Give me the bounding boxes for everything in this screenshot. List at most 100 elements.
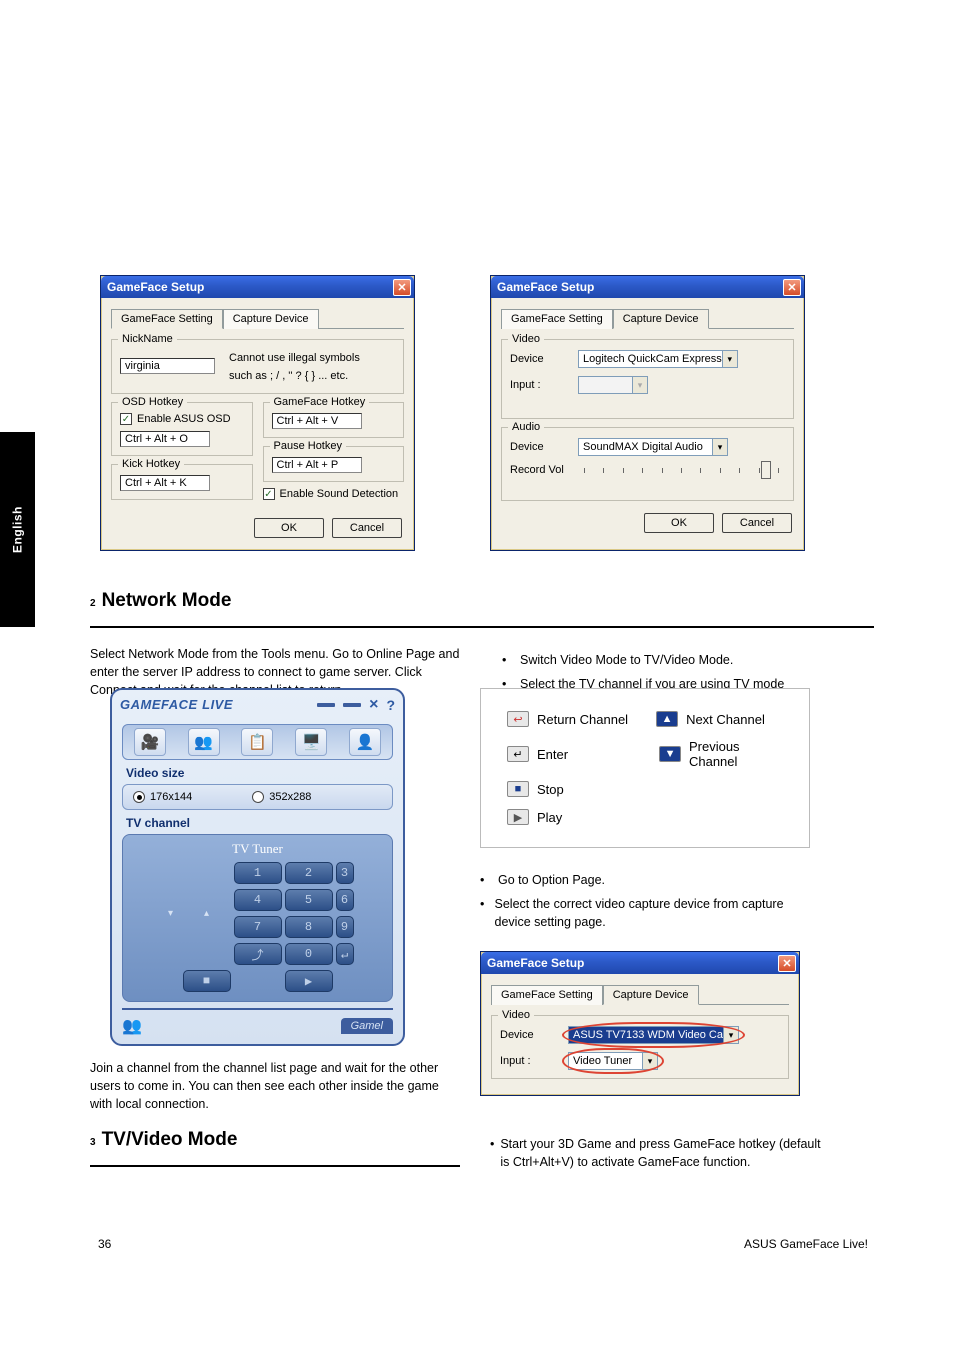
dropdown-icon: ▾ — [632, 377, 647, 393]
key-2[interactable]: 2 — [285, 862, 333, 884]
toolbar-users-icon[interactable]: 👥 — [188, 728, 220, 756]
enable-osd-label: Enable ASUS OSD — [137, 413, 231, 425]
nickname-input[interactable]: virginia — [120, 358, 215, 374]
pause-hotkey-legend: Pause Hotkey — [270, 440, 346, 452]
dialog-title: GameFace Setup — [487, 956, 584, 970]
toolbar-screen-icon[interactable]: 🖥️ — [295, 728, 327, 756]
close-icon[interactable]: ✕ — [778, 955, 796, 972]
record-volume-slider[interactable] — [584, 469, 779, 471]
gameface-setup-dialog-tv: GameFace Setup ✕ GameFace Setting Captur… — [480, 951, 800, 1096]
close-icon[interactable]: ✕ — [393, 279, 411, 296]
toolbar-list-icon[interactable]: 📋 — [241, 728, 273, 756]
gameface-setup-dialog-capture: GameFace Setup ✕ GameFace Setting Captur… — [490, 275, 805, 551]
device-label: Device — [510, 353, 570, 365]
key-3[interactable]: 3 — [336, 862, 354, 884]
video-input-select: ▾ — [578, 376, 648, 394]
tab-gameface-setting[interactable]: GameFace Setting — [491, 985, 603, 1005]
close-icon[interactable]: ✕ — [783, 279, 801, 296]
nickname-legend: NickName — [118, 333, 177, 345]
next-channel-icon: ▲ — [656, 711, 678, 727]
enable-sound-checkbox[interactable]: ✓ — [263, 488, 275, 500]
video-device-select[interactable]: ASUS TV7133 WDM Video Ca ▾ — [568, 1026, 739, 1044]
toolbar-video-icon[interactable]: 🎥 — [134, 728, 166, 756]
key-0[interactable]: 0 — [285, 943, 333, 965]
video-input-select[interactable]: Video Tuner ▾ — [568, 1052, 658, 1070]
cancel-button[interactable]: Cancel — [722, 513, 792, 533]
audio-device-value: SoundMAX Digital Audio — [583, 441, 703, 453]
video-size-176-radio[interactable]: 176x144 — [133, 791, 192, 803]
cancel-button[interactable]: Cancel — [332, 518, 402, 538]
key-9[interactable]: 9 — [336, 916, 354, 938]
key-play[interactable]: ▶ — [285, 970, 333, 992]
key-4[interactable]: 4 — [234, 889, 282, 911]
tab-gameface-setting[interactable]: GameFace Setting — [501, 309, 613, 329]
stop-icon: ■ — [507, 781, 529, 797]
gameface-setup-dialog-settings: GameFace Setup ✕ GameFace Setting Captur… — [100, 275, 415, 551]
video-legend: Video — [498, 1009, 534, 1021]
video-size-352-radio[interactable]: 352x288 — [252, 791, 311, 803]
prev-channel-label: Previous Channel — [689, 739, 791, 769]
video-device-value: Logitech QuickCam Express — [583, 353, 722, 365]
toolbar-person-icon[interactable]: 👤 — [349, 728, 381, 756]
tab-capture-device[interactable]: Capture Device — [223, 309, 319, 329]
input-label: Input : — [500, 1055, 560, 1067]
help-icon[interactable]: ? — [386, 697, 395, 713]
enable-osd-checkbox[interactable]: ✓ — [120, 413, 132, 425]
video-device-select[interactable]: Logitech QuickCam Express ▾ — [578, 350, 738, 368]
kick-hotkey-input[interactable]: Ctrl + Alt + K — [120, 475, 210, 491]
dropdown-icon: ▾ — [722, 351, 737, 367]
sec3-bullet-3: •Go to Option Page. — [480, 872, 820, 890]
tab-capture-device[interactable]: Capture Device — [613, 309, 709, 329]
next-channel-label: Next Channel — [686, 712, 765, 727]
key-5[interactable]: 5 — [285, 889, 333, 911]
keypad-legend-box: ↩Return Channel ▲Next Channel ↵Enter ▼Pr… — [480, 688, 810, 848]
key-6[interactable]: 6 — [336, 889, 354, 911]
video-device-value: ASUS TV7133 WDM Video Ca — [573, 1029, 723, 1041]
gameface-logo-live: LIVE — [202, 697, 233, 712]
return-channel-label: Return Channel — [537, 712, 628, 727]
gameface-logo: GAMEFACE — [120, 697, 198, 712]
dialog-title: GameFace Setup — [107, 280, 204, 294]
pause-hotkey-input[interactable]: Ctrl + Alt + P — [272, 457, 362, 473]
key-return[interactable]: ⤴ — [234, 943, 282, 965]
enable-sound-label: Enable Sound Detection — [280, 488, 399, 500]
channel-up-side[interactable]: ▴ — [183, 861, 231, 966]
audio-device-select[interactable]: SoundMAX Digital Audio ▾ — [578, 438, 728, 456]
channel-down-side[interactable]: ▾ — [162, 861, 180, 966]
restore-icon[interactable] — [343, 703, 361, 707]
tab-gameface-setting[interactable]: GameFace Setting — [111, 309, 223, 329]
slider-thumb[interactable] — [761, 461, 771, 479]
tv-channel-label: TV channel — [126, 816, 389, 830]
sec2-paragraph-2: Join a channel from the channel list pag… — [90, 1060, 450, 1113]
return-channel-icon: ↩ — [507, 711, 529, 727]
key-8[interactable]: 8 — [285, 916, 333, 938]
gameface-hotkey-legend: GameFace Hotkey — [270, 396, 370, 408]
footer-page-number: 36 — [98, 1237, 111, 1251]
prev-channel-icon: ▼ — [659, 746, 681, 762]
section-3-heading: 3 TV/Video Mode — [90, 1129, 450, 1151]
video-size-label: Video size — [126, 766, 389, 780]
tab-capture-device[interactable]: Capture Device — [603, 985, 699, 1005]
key-7[interactable]: 7 — [234, 916, 282, 938]
footer-doc-title: ASUS GameFace Live! — [744, 1237, 868, 1251]
nickname-hint2: such as ; / , '' ? { } ... etc. — [229, 368, 360, 386]
close-icon[interactable]: × — [369, 696, 378, 714]
bottom-tab-gamel[interactable]: Gamel — [341, 1018, 393, 1034]
ok-button[interactable]: OK — [644, 513, 714, 533]
record-vol-label: Record Vol — [510, 464, 570, 476]
osd-hotkey-input[interactable]: Ctrl + Alt + O — [120, 431, 210, 447]
kick-hotkey-legend: Kick Hotkey — [118, 458, 184, 470]
device-label: Device — [510, 441, 570, 453]
key-1[interactable]: 1 — [234, 862, 282, 884]
tv-tuner-frame: TV Tuner ▾ 1 2 3 ▴ 4 5 6 7 8 9 ⤴ — [122, 834, 393, 1002]
minimize-icon[interactable] — [317, 703, 335, 707]
key-enter[interactable]: ↵ — [336, 943, 354, 965]
stop-label: Stop — [537, 782, 564, 797]
ok-button[interactable]: OK — [254, 518, 324, 538]
dialog-title: GameFace Setup — [497, 280, 594, 294]
enter-label: Enter — [537, 747, 568, 762]
gameface-live-panel: GAMEFACE LIVE × ? 🎥 👥 📋 🖥️ 👤 — [110, 688, 405, 1046]
users-icon[interactable]: 👥 — [122, 1016, 142, 1036]
gameface-hotkey-input[interactable]: Ctrl + Alt + V — [272, 413, 362, 429]
key-stop[interactable]: ■ — [183, 970, 231, 992]
